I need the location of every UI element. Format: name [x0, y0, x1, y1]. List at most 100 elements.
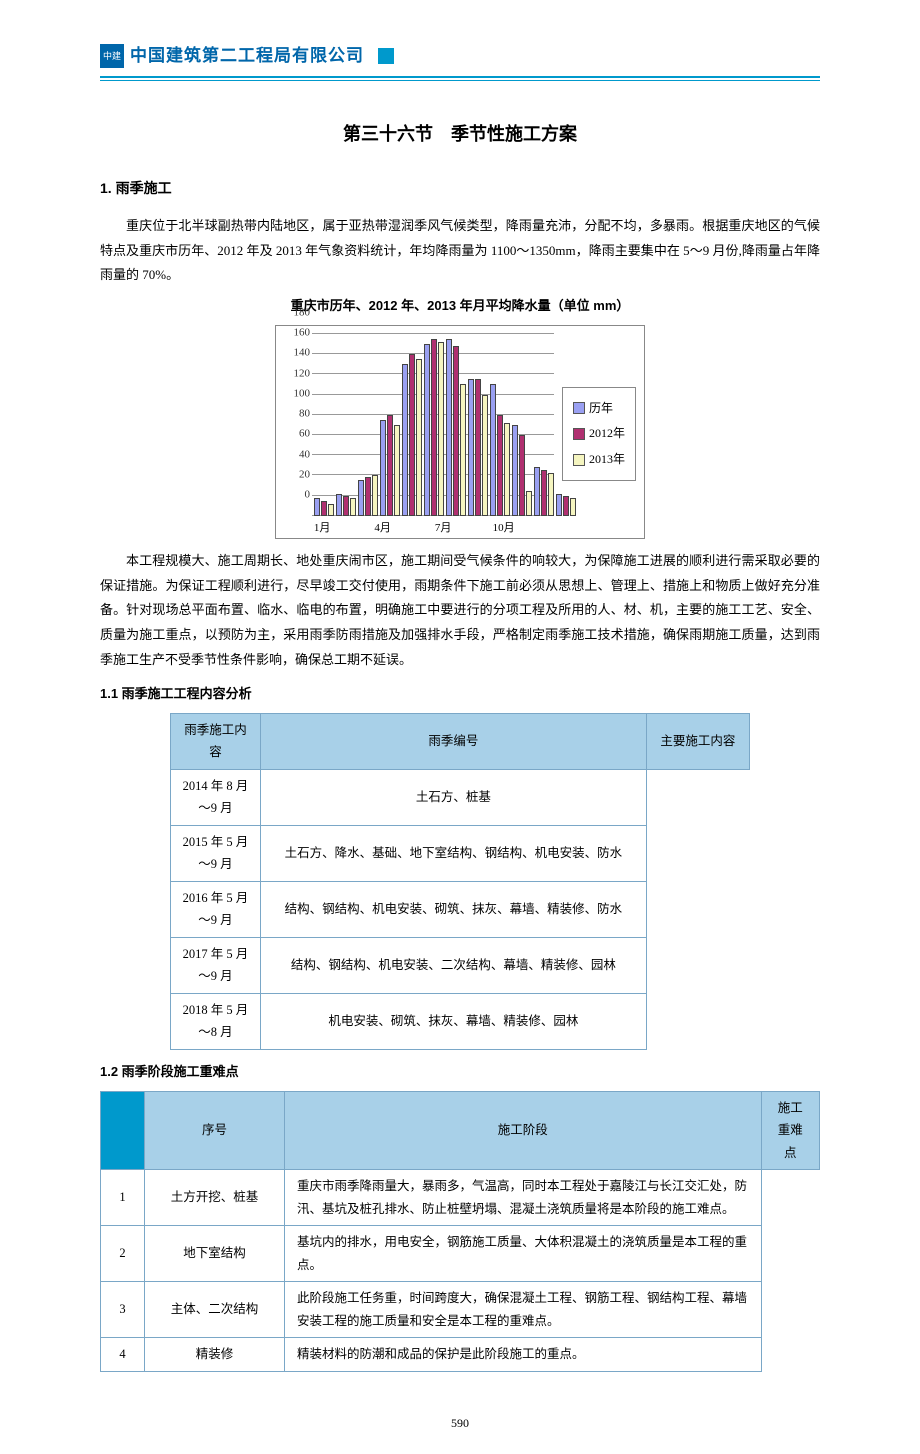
table-row: 2地下室结构基坑内的排水，用电安全，钢筋施工质量、大体积混凝土的浇筑质量是本工程…	[101, 1226, 820, 1282]
section-heading-1-2: 1.2 雨季阶段施工重难点	[100, 1060, 820, 1085]
bar	[424, 344, 430, 516]
table-row: 3主体、二次结构此阶段施工任务重，时间跨度大，确保混凝土工程、钢筋工程、钢结构工…	[101, 1282, 820, 1338]
y-axis-tick: 180	[284, 302, 310, 323]
bar-group	[402, 354, 422, 516]
cell-desc: 基坑内的排水，用电安全，钢筋施工质量、大体积混凝土的浇筑质量是本工程的重点。	[285, 1226, 762, 1282]
cell-seq: 4	[101, 1338, 145, 1372]
decor-square-icon	[378, 48, 394, 64]
y-axis-tick: 0	[284, 484, 310, 505]
header-rule-thin	[100, 80, 820, 81]
table-row: 2014 年 8 月～9 月土石方、桩基	[171, 769, 750, 825]
bar	[380, 420, 386, 516]
cell-content: 机电安装、砌筑、抹灰、幕墙、精装修、园林	[261, 993, 647, 1049]
table-header: 施工阶段	[285, 1091, 762, 1170]
bar	[365, 477, 371, 515]
x-axis-tick: 1月	[314, 518, 331, 539]
cell-seq: 3	[101, 1282, 145, 1338]
cell-content: 结构、钢结构、机电安装、砌筑、抹灰、幕墙、精装修、防水	[261, 881, 647, 937]
table-header: 序号	[145, 1091, 285, 1170]
bar	[519, 435, 525, 516]
bar	[460, 384, 466, 515]
cell-content: 结构、钢结构、机电安装、二次结构、幕墙、精装修、园林	[261, 937, 647, 993]
bar	[314, 498, 320, 516]
y-axis-tick: 140	[284, 343, 310, 364]
bar	[482, 395, 488, 516]
bar	[570, 498, 576, 516]
table-row: 4精装修精装材料的防潮和成品的保护是此阶段施工的重点。	[101, 1338, 820, 1372]
legend-item: 2013年	[573, 448, 625, 471]
table-row: 2017 年 5 月～9 月结构、钢结构、机电安装、二次结构、幕墙、精装修、园林	[171, 937, 750, 993]
table-row: 2016 年 5 月～9 月结构、钢结构、机电安装、砌筑、抹灰、幕墙、精装修、防…	[171, 881, 750, 937]
bar	[475, 379, 481, 516]
x-axis-tick: 10月	[493, 518, 515, 539]
bar	[336, 494, 342, 516]
bar-group	[380, 415, 400, 516]
table-rainy-season-content: 雨季施工内容 雨季编号 主要施工内容 2014 年 8 月～9 月土石方、桩基2…	[170, 713, 750, 1050]
cell-period: 2014 年 8 月～9 月	[171, 769, 261, 825]
bar-group	[512, 425, 532, 516]
bar	[328, 504, 334, 516]
cell-seq: 1	[101, 1170, 145, 1226]
y-axis-tick: 40	[284, 444, 310, 465]
y-axis-tick: 60	[284, 424, 310, 445]
cell-seq: 2	[101, 1226, 145, 1282]
swatch-icon	[573, 454, 585, 466]
cell-period: 2018 年 5 月～8 月	[171, 993, 261, 1049]
bar	[556, 494, 562, 516]
bar-group	[446, 339, 466, 516]
bar-group	[468, 379, 488, 516]
legend-label: 历年	[589, 397, 613, 420]
bar-group	[336, 494, 356, 516]
bar	[409, 354, 415, 516]
bar	[321, 501, 327, 516]
company-logo-icon: 中建	[100, 44, 124, 68]
bar	[512, 425, 518, 516]
y-axis-tick: 120	[284, 363, 310, 384]
bar-group	[556, 494, 576, 516]
cell-period: 2017 年 5 月～9 月	[171, 937, 261, 993]
bar	[548, 473, 554, 515]
table-row-label: 雨季施工内容	[171, 713, 261, 769]
bar-group	[490, 384, 510, 515]
chart-plot-area: 020406080100120140160180 1月4月7月10月	[284, 334, 556, 534]
page-header: 中建 中国建筑第二工程局有限公司	[100, 40, 820, 72]
bar-group	[314, 498, 334, 516]
bar	[402, 364, 408, 516]
cell-desc: 此阶段施工任务重，时间跨度大，确保混凝土工程、钢筋工程、钢结构工程、幕墙安装工程…	[285, 1282, 762, 1338]
cell-desc: 精装材料的防潮和成品的保护是此阶段施工的重点。	[285, 1338, 762, 1372]
x-axis-tick: 4月	[374, 518, 391, 539]
paragraph-body: 本工程规模大、施工周期长、地处重庆闹市区，施工期间受气候条件的响较大，为保障施工…	[100, 549, 820, 672]
bar	[490, 384, 496, 515]
y-axis-tick: 160	[284, 323, 310, 344]
bar	[504, 423, 510, 516]
bar	[350, 498, 356, 516]
section-heading-1: 1. 雨季施工	[100, 175, 820, 202]
cell-period: 2015 年 5 月～9 月	[171, 825, 261, 881]
document-title: 第三十六节 季节性施工方案	[100, 117, 820, 151]
table-side-stripe	[101, 1091, 145, 1170]
precipitation-chart: 020406080100120140160180 1月4月7月10月 历年 20…	[275, 325, 645, 539]
bar	[468, 379, 474, 516]
bar	[526, 491, 532, 516]
bar	[534, 467, 540, 516]
legend-label: 2012年	[589, 422, 625, 445]
bar	[387, 415, 393, 516]
cell-phase: 主体、二次结构	[145, 1282, 285, 1338]
bar	[431, 339, 437, 516]
bar	[497, 415, 503, 516]
bar-group	[534, 467, 554, 516]
x-axis-tick: 7月	[435, 518, 452, 539]
swatch-icon	[573, 402, 585, 414]
bar	[358, 480, 364, 515]
table-row: 2018 年 5 月～8 月机电安装、砌筑、抹灰、幕墙、精装修、园林	[171, 993, 750, 1049]
table-header: 雨季编号	[261, 713, 647, 769]
legend-item: 历年	[573, 397, 625, 420]
table-header: 施工重难点	[761, 1091, 819, 1170]
chart-title: 重庆市历年、2012 年、2013 年月平均降水量（单位 mm）	[100, 294, 820, 319]
cell-period: 2016 年 5 月～9 月	[171, 881, 261, 937]
legend-item: 2012年	[573, 422, 625, 445]
bar	[438, 342, 444, 516]
y-axis-tick: 100	[284, 383, 310, 404]
bar	[394, 425, 400, 516]
bar	[416, 359, 422, 516]
